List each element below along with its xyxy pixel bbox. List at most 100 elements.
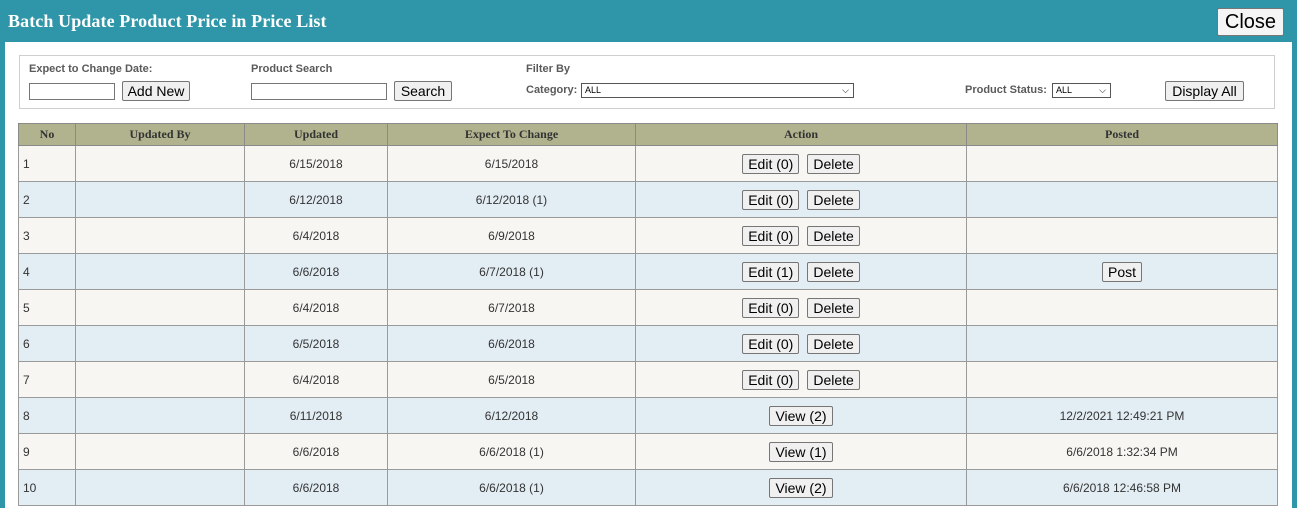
row-posted: [966, 325, 1278, 362]
row-posted: [966, 181, 1278, 218]
row-posted: Post: [966, 253, 1278, 290]
row-updated-by: [75, 433, 245, 470]
chevron-down-icon: ⌵: [1099, 85, 1106, 95]
row-expect-to-change: 6/5/2018: [387, 361, 636, 398]
page-title: Batch Update Product Price in Price List: [8, 11, 327, 31]
table-header-row: No Updated By Updated Expect To Change A…: [18, 123, 1278, 146]
category-select[interactable]: ALL ⌵: [581, 83, 854, 98]
table-row: 7 6/4/2018 6/5/2018 Edit (0) Delete: [18, 361, 1278, 398]
table-row: 9 6/6/2018 6/6/2018 (1) View (1) 6/6/2018 1:…: [18, 433, 1278, 470]
row-updated-by: [75, 145, 245, 182]
row-updated: 6/6/2018: [244, 253, 388, 290]
row-posted: 12/2/2021 12:49:21 PM: [966, 397, 1278, 434]
view-button[interactable]: View (1): [769, 441, 833, 462]
edit-button[interactable]: Edit (1): [742, 261, 800, 282]
row-no: 5: [18, 289, 76, 326]
row-updated-by: [75, 397, 245, 434]
edit-button[interactable]: Edit (0): [742, 297, 800, 318]
edit-button[interactable]: Edit (0): [742, 225, 800, 246]
row-no: 2: [18, 181, 76, 218]
product-search-label: Product Search: [251, 63, 333, 75]
col-header-updated-by: Updated By: [75, 123, 245, 146]
row-action: Edit (0) Delete: [635, 361, 967, 398]
row-expect-to-change: 6/12/2018: [387, 397, 636, 434]
row-no: 4: [18, 253, 76, 290]
row-updated-by: [75, 253, 245, 290]
product-status-label: Product Status:: [965, 84, 1047, 96]
row-updated: 6/5/2018: [244, 325, 388, 362]
row-updated-by: [75, 469, 245, 506]
delete-button[interactable]: Delete: [807, 225, 860, 246]
product-status-select-value: ALL: [1056, 85, 1073, 95]
row-updated: 6/4/2018: [244, 289, 388, 326]
row-no: 9: [18, 433, 76, 470]
product-search-input[interactable]: [251, 83, 387, 100]
row-updated: 6/4/2018: [244, 217, 388, 254]
row-expect-to-change: 6/6/2018: [387, 325, 636, 362]
col-header-no: No: [18, 123, 76, 146]
row-action: Edit (0) Delete: [635, 181, 967, 218]
row-updated-by: [75, 325, 245, 362]
row-updated: 6/6/2018: [244, 433, 388, 470]
row-action: View (1): [635, 433, 967, 470]
table-row: 10 6/6/2018 6/6/2018 (1) View (2) 6/6/2018 1…: [18, 469, 1278, 506]
row-updated: 6/6/2018: [244, 469, 388, 506]
edit-button[interactable]: Edit (0): [742, 189, 800, 210]
posted-timestamp: 12/2/2021 12:49:21 PM: [1059, 408, 1185, 423]
delete-button[interactable]: Delete: [807, 189, 860, 210]
row-expect-to-change: 6/9/2018: [387, 217, 636, 254]
table-row: 6 6/5/2018 6/6/2018 Edit (0) Delete: [18, 325, 1278, 362]
search-button[interactable]: Search: [394, 81, 452, 101]
table-row: 3 6/4/2018 6/9/2018 Edit (0) Delete: [18, 217, 1278, 254]
col-header-posted: Posted: [966, 123, 1278, 146]
row-action: Edit (0) Delete: [635, 289, 967, 326]
table-row: 2 6/12/2018 6/12/2018 (1) Edit (0) Delete: [18, 181, 1278, 218]
category-label: Category:: [526, 84, 578, 96]
row-expect-to-change: 6/7/2018 (1): [387, 253, 636, 290]
post-button[interactable]: Post: [1101, 261, 1142, 282]
row-no: 8: [18, 397, 76, 434]
row-updated-by: [75, 217, 245, 254]
row-action: Edit (1) Delete: [635, 253, 967, 290]
delete-button[interactable]: Delete: [807, 297, 860, 318]
row-posted: [966, 289, 1278, 326]
close-button[interactable]: Close: [1217, 8, 1284, 36]
delete-button[interactable]: Delete: [807, 261, 860, 282]
view-button[interactable]: View (2): [769, 405, 833, 426]
row-expect-to-change: 6/15/2018: [387, 145, 636, 182]
table-row: 8 6/11/2018 6/12/2018 View (2) 12/2/2021 12:…: [18, 397, 1278, 434]
table-row: 1 6/15/2018 6/15/2018 Edit (0) Delete: [18, 145, 1278, 182]
product-status-select[interactable]: ALL ⌵: [1052, 83, 1111, 98]
chevron-down-icon: ⌵: [842, 85, 849, 95]
delete-button[interactable]: Delete: [807, 153, 860, 174]
row-no: 1: [18, 145, 76, 182]
row-expect-to-change: 6/6/2018 (1): [387, 469, 636, 506]
row-posted: 6/6/2018 12:46:58 PM: [966, 469, 1278, 506]
row-action: Edit (0) Delete: [635, 217, 967, 254]
table-row: 5 6/4/2018 6/7/2018 Edit (0) Delete: [18, 289, 1278, 326]
row-expect-to-change: 6/12/2018 (1): [387, 181, 636, 218]
col-header-expect-to-change: Expect To Change: [387, 123, 636, 146]
expect-date-input[interactable]: [29, 83, 115, 100]
delete-button[interactable]: Delete: [807, 333, 860, 354]
row-action: Edit (0) Delete: [635, 145, 967, 182]
edit-button[interactable]: Edit (0): [742, 369, 800, 390]
row-action: View (2): [635, 397, 967, 434]
filter-by-label: Filter By: [526, 63, 571, 75]
table-row: 4 6/6/2018 6/7/2018 (1) Edit (1) Delete Post: [18, 253, 1278, 290]
filter-panel: Expect to Change Date: Add New Product S…: [19, 55, 1275, 109]
row-action: View (2): [635, 469, 967, 506]
delete-button[interactable]: Delete: [807, 369, 860, 390]
row-updated: 6/4/2018: [244, 361, 388, 398]
display-all-button[interactable]: Display All: [1165, 81, 1244, 101]
content-panel: Expect to Change Date: Add New Product S…: [5, 42, 1292, 508]
edit-button[interactable]: Edit (0): [742, 153, 800, 174]
row-updated-by: [75, 361, 245, 398]
view-button[interactable]: View (2): [769, 477, 833, 498]
row-expect-to-change: 6/7/2018: [387, 289, 636, 326]
row-updated-by: [75, 181, 245, 218]
edit-button[interactable]: Edit (0): [742, 333, 800, 354]
row-updated: 6/11/2018: [244, 397, 388, 434]
table-body: 1 6/15/2018 6/15/2018 Edit (0) Delete 2 6/12/2…: [18, 145, 1278, 506]
add-new-button[interactable]: Add New: [122, 81, 190, 101]
